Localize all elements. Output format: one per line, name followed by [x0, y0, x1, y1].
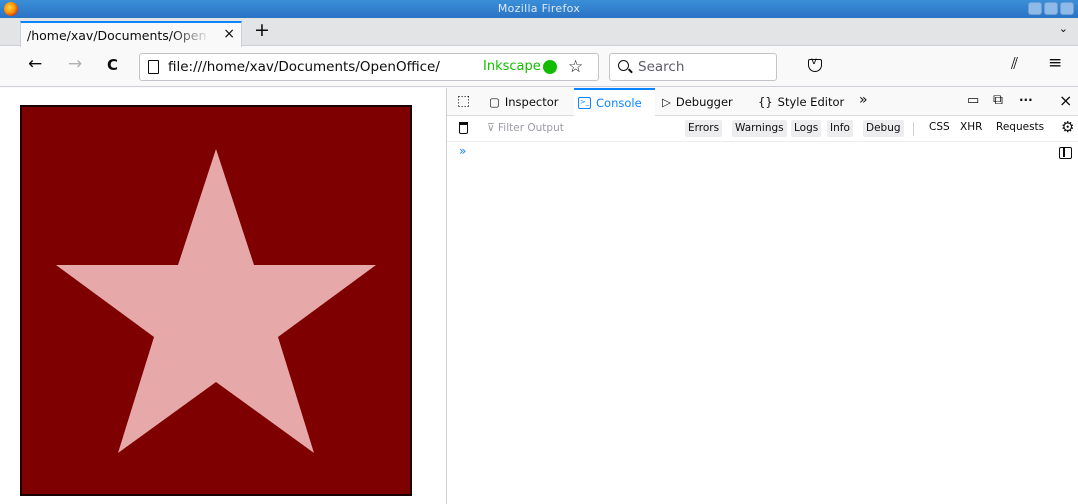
- status-dot-icon: [543, 60, 557, 74]
- split-console-icon[interactable]: ⧉: [993, 92, 1003, 108]
- menu-button[interactable]: ≡: [1048, 55, 1062, 72]
- url-bar[interactable]: file:///home/xav/Documents/OpenOffice/ I…: [139, 53, 599, 81]
- star-image: [56, 149, 376, 453]
- console-settings-gear-icon[interactable]: ⚙: [1061, 118, 1074, 136]
- tab-label-fade: [171, 25, 211, 45]
- maximize-button[interactable]: [1044, 2, 1058, 15]
- search-placeholder: Search: [638, 59, 685, 75]
- search-icon: [618, 60, 629, 71]
- filter-requests-button[interactable]: Requests: [996, 121, 1044, 133]
- filter-input[interactable]: ⊽ Filter Output: [487, 122, 564, 134]
- filter-xhr-button[interactable]: XHR: [960, 121, 982, 133]
- pocket-icon[interactable]: [808, 56, 822, 72]
- tab-style-editor-label: Style Editor: [777, 95, 845, 109]
- debugger-icon: ▷: [662, 95, 671, 109]
- tab-console[interactable]: >_ Console: [574, 88, 655, 116]
- svg-canvas: [20, 105, 412, 496]
- trash-icon[interactable]: [459, 122, 468, 134]
- tab-style-editor[interactable]: {} Style Editor: [758, 95, 844, 109]
- filter-errors-button[interactable]: Errors: [685, 120, 723, 137]
- minimize-button[interactable]: [1028, 2, 1042, 15]
- url-text: file:///home/xav/Documents/OpenOffice/: [168, 59, 440, 75]
- style-editor-icon: {}: [758, 95, 773, 109]
- tab-debugger-label: Debugger: [675, 95, 733, 109]
- search-input[interactable]: Search: [609, 53, 777, 81]
- list-all-tabs-button[interactable]: ⌄: [1059, 22, 1068, 35]
- window-titlebar: Mozilla Firefox: [0, 0, 1078, 18]
- filter-warnings-button[interactable]: Warnings: [732, 120, 787, 137]
- filter-placeholder: Filter Output: [498, 122, 564, 134]
- filter-css-button[interactable]: CSS: [929, 121, 950, 133]
- tab-console-label: Console: [596, 96, 642, 110]
- bookmark-star-icon[interactable]: ☆: [568, 57, 583, 77]
- element-picker-icon[interactable]: ⬚: [457, 93, 470, 109]
- devtools-close-button[interactable]: ×: [1059, 91, 1072, 110]
- filter-logs-button[interactable]: Logs: [791, 120, 822, 137]
- filter-separator: [913, 122, 914, 136]
- library-button[interactable]: ⫽: [1011, 56, 1018, 72]
- devtools-toolbar: ⬚ ▢ Inspector >_ Console ▷ Debugger {} Styl…: [447, 88, 1078, 116]
- forward-button[interactable]: →: [68, 56, 82, 73]
- new-tab-button[interactable]: +: [254, 21, 270, 40]
- window-controls: [1028, 2, 1074, 15]
- inspector-icon: ▢: [489, 95, 500, 109]
- filter-debug-button[interactable]: Debug: [863, 120, 904, 137]
- back-button[interactable]: ←: [28, 56, 42, 73]
- more-tools-button[interactable]: »: [859, 92, 868, 108]
- devtools-menu-button[interactable]: ···: [1019, 93, 1033, 107]
- tab-close-button[interactable]: ×: [223, 26, 235, 42]
- devtools-panel: ⬚ ▢ Inspector >_ Console ▷ Debugger {} Styl…: [446, 88, 1078, 504]
- dock-bottom-icon[interactable]: ▭: [967, 93, 979, 108]
- filter-info-button[interactable]: Info: [827, 120, 853, 137]
- close-window-button[interactable]: [1060, 2, 1074, 15]
- star-shape: [56, 149, 376, 453]
- filter-icon: ⊽: [487, 122, 499, 134]
- tab-inspector-label: Inspector: [504, 95, 559, 109]
- tab-inkscape[interactable]: /home/xav/Documents/OpenOffice/Inkscape …: [20, 21, 242, 47]
- tab-debugger[interactable]: ▷ Debugger: [662, 95, 733, 109]
- toggle-sidebar-icon[interactable]: [1059, 147, 1072, 159]
- tab-inspector[interactable]: ▢ Inspector: [489, 95, 559, 109]
- window-title: Mozilla Firefox: [497, 2, 581, 15]
- console-prompt[interactable]: »: [459, 144, 466, 158]
- tab-bar: /home/xav/Documents/OpenOffice/Inkscape …: [0, 18, 1078, 47]
- url-fade: [440, 57, 480, 77]
- page-icon: [148, 60, 159, 74]
- console-filter-bar: ⊽ Filter Output Errors Warnings Logs Inf…: [447, 116, 1078, 142]
- reload-button[interactable]: C: [107, 58, 118, 73]
- url-highlight: Inkscape: [483, 59, 541, 74]
- page-content: [0, 88, 446, 504]
- navigation-toolbar: ← → C file:///home/xav/Documents/OpenOff…: [0, 47, 1078, 87]
- console-icon: >_: [578, 97, 591, 109]
